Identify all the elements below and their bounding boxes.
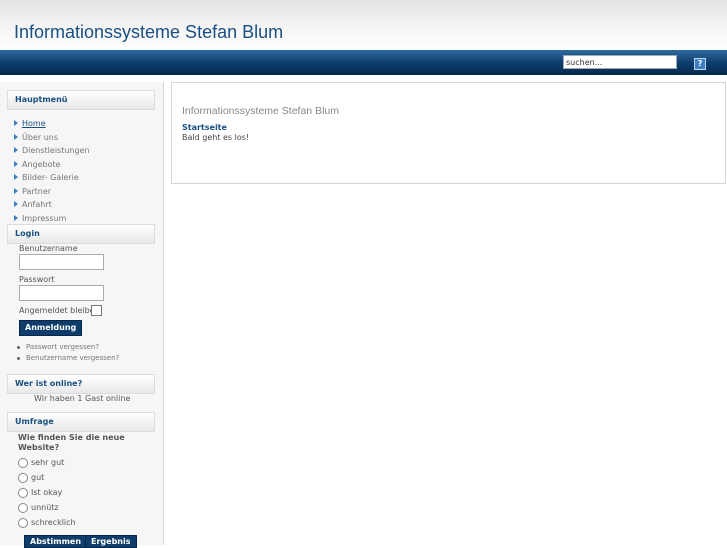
site-title[interactable]: Informationssysteme Stefan Blum — [14, 22, 283, 43]
content-subheading[interactable]: Startseite — [182, 123, 227, 132]
header: Informationssysteme Stefan Blum — [0, 0, 727, 50]
arrow-right-icon — [14, 201, 18, 207]
poll-option-label: gut — [31, 473, 45, 482]
online-text: Wir haben 1 Gast online — [34, 394, 131, 403]
online-title: Wer ist online? — [7, 374, 155, 394]
menu-item-bilder-galerie[interactable]: Bilder- Galerie — [14, 171, 90, 185]
login-button[interactable]: Anmeldung — [19, 320, 83, 336]
forgot-username-link[interactable]: Benutzername vergessen? — [15, 353, 119, 364]
bullet-icon — [17, 357, 20, 360]
poll-title: Umfrage — [7, 412, 155, 432]
menu-item-impressum[interactable]: Impressum — [14, 212, 90, 226]
main-menu: Home Über uns Dienstleistungen Angebote … — [14, 117, 90, 225]
login-title: Login — [7, 224, 155, 244]
password-input[interactable] — [19, 285, 104, 301]
arrow-right-icon — [14, 214, 18, 221]
menu-item-partner[interactable]: Partner — [14, 185, 90, 199]
arrow-right-icon — [14, 120, 18, 126]
menu-item-dienstleistungen[interactable]: Dienstleistungen — [14, 144, 90, 158]
arrow-right-icon — [14, 160, 18, 167]
remember-label: Angemeldet bleiben — [19, 306, 100, 315]
arrow-right-icon — [14, 133, 18, 140]
poll-option-label: schrecklich — [31, 518, 76, 527]
content-heading: Informationssysteme Stefan Blum — [182, 105, 339, 117]
poll-option-label: unnütz — [31, 503, 59, 512]
poll-question: Wie finden Sie die neue Website? — [18, 433, 125, 452]
poll-option-radio[interactable] — [18, 518, 28, 528]
poll-module: Umfrage Wie finden Sie die neue Website?… — [7, 412, 155, 548]
main-content: Informationssysteme Stefan Blum Startsei… — [171, 82, 726, 184]
vote-button[interactable]: Abstimmen — [24, 535, 88, 548]
poll-option-label: Ist okay — [31, 488, 63, 497]
bullet-icon — [17, 346, 20, 349]
main-menu-title: Hauptmenü — [7, 90, 155, 110]
arrow-right-icon — [14, 147, 18, 153]
menu-item-home[interactable]: Home — [14, 117, 90, 131]
login-links: Passwort vergessen? Benutzername vergess… — [15, 342, 119, 364]
sidebar: Hauptmenü Home Über uns Dienstleistungen… — [0, 82, 164, 548]
menu-item-anfahrt[interactable]: Anfahrt — [14, 198, 90, 212]
main-menu-module: Hauptmenü Home Über uns Dienstleistungen… — [7, 90, 155, 223]
login-module: Login Benutzername Passwort Angemeldet b… — [7, 224, 155, 364]
content-text: Bald geht es los! — [182, 133, 250, 142]
menu-item-ueber-uns[interactable]: Über uns — [14, 131, 90, 145]
navigation-bar: ? — [0, 50, 727, 75]
username-label: Benutzername — [19, 244, 78, 253]
poll-option-radio[interactable] — [18, 488, 28, 498]
results-button[interactable]: Ergebnis — [85, 535, 137, 548]
poll-option-radio[interactable] — [18, 473, 28, 483]
search-help-icon[interactable]: ? — [694, 58, 706, 70]
password-label: Passwort — [19, 275, 55, 284]
online-module: Wer ist online? Wir haben 1 Gast online — [7, 374, 155, 404]
search-input[interactable] — [563, 55, 677, 69]
poll-option-label: sehr gut — [31, 458, 65, 467]
username-input[interactable] — [19, 254, 104, 270]
arrow-right-icon — [14, 187, 18, 194]
forgot-password-link[interactable]: Passwort vergessen? — [15, 342, 119, 353]
arrow-right-icon — [14, 174, 18, 180]
menu-item-angebote[interactable]: Angebote — [14, 158, 90, 172]
poll-option-radio[interactable] — [18, 503, 28, 513]
poll-option-radio[interactable] — [18, 458, 28, 468]
remember-checkbox[interactable] — [91, 305, 102, 316]
